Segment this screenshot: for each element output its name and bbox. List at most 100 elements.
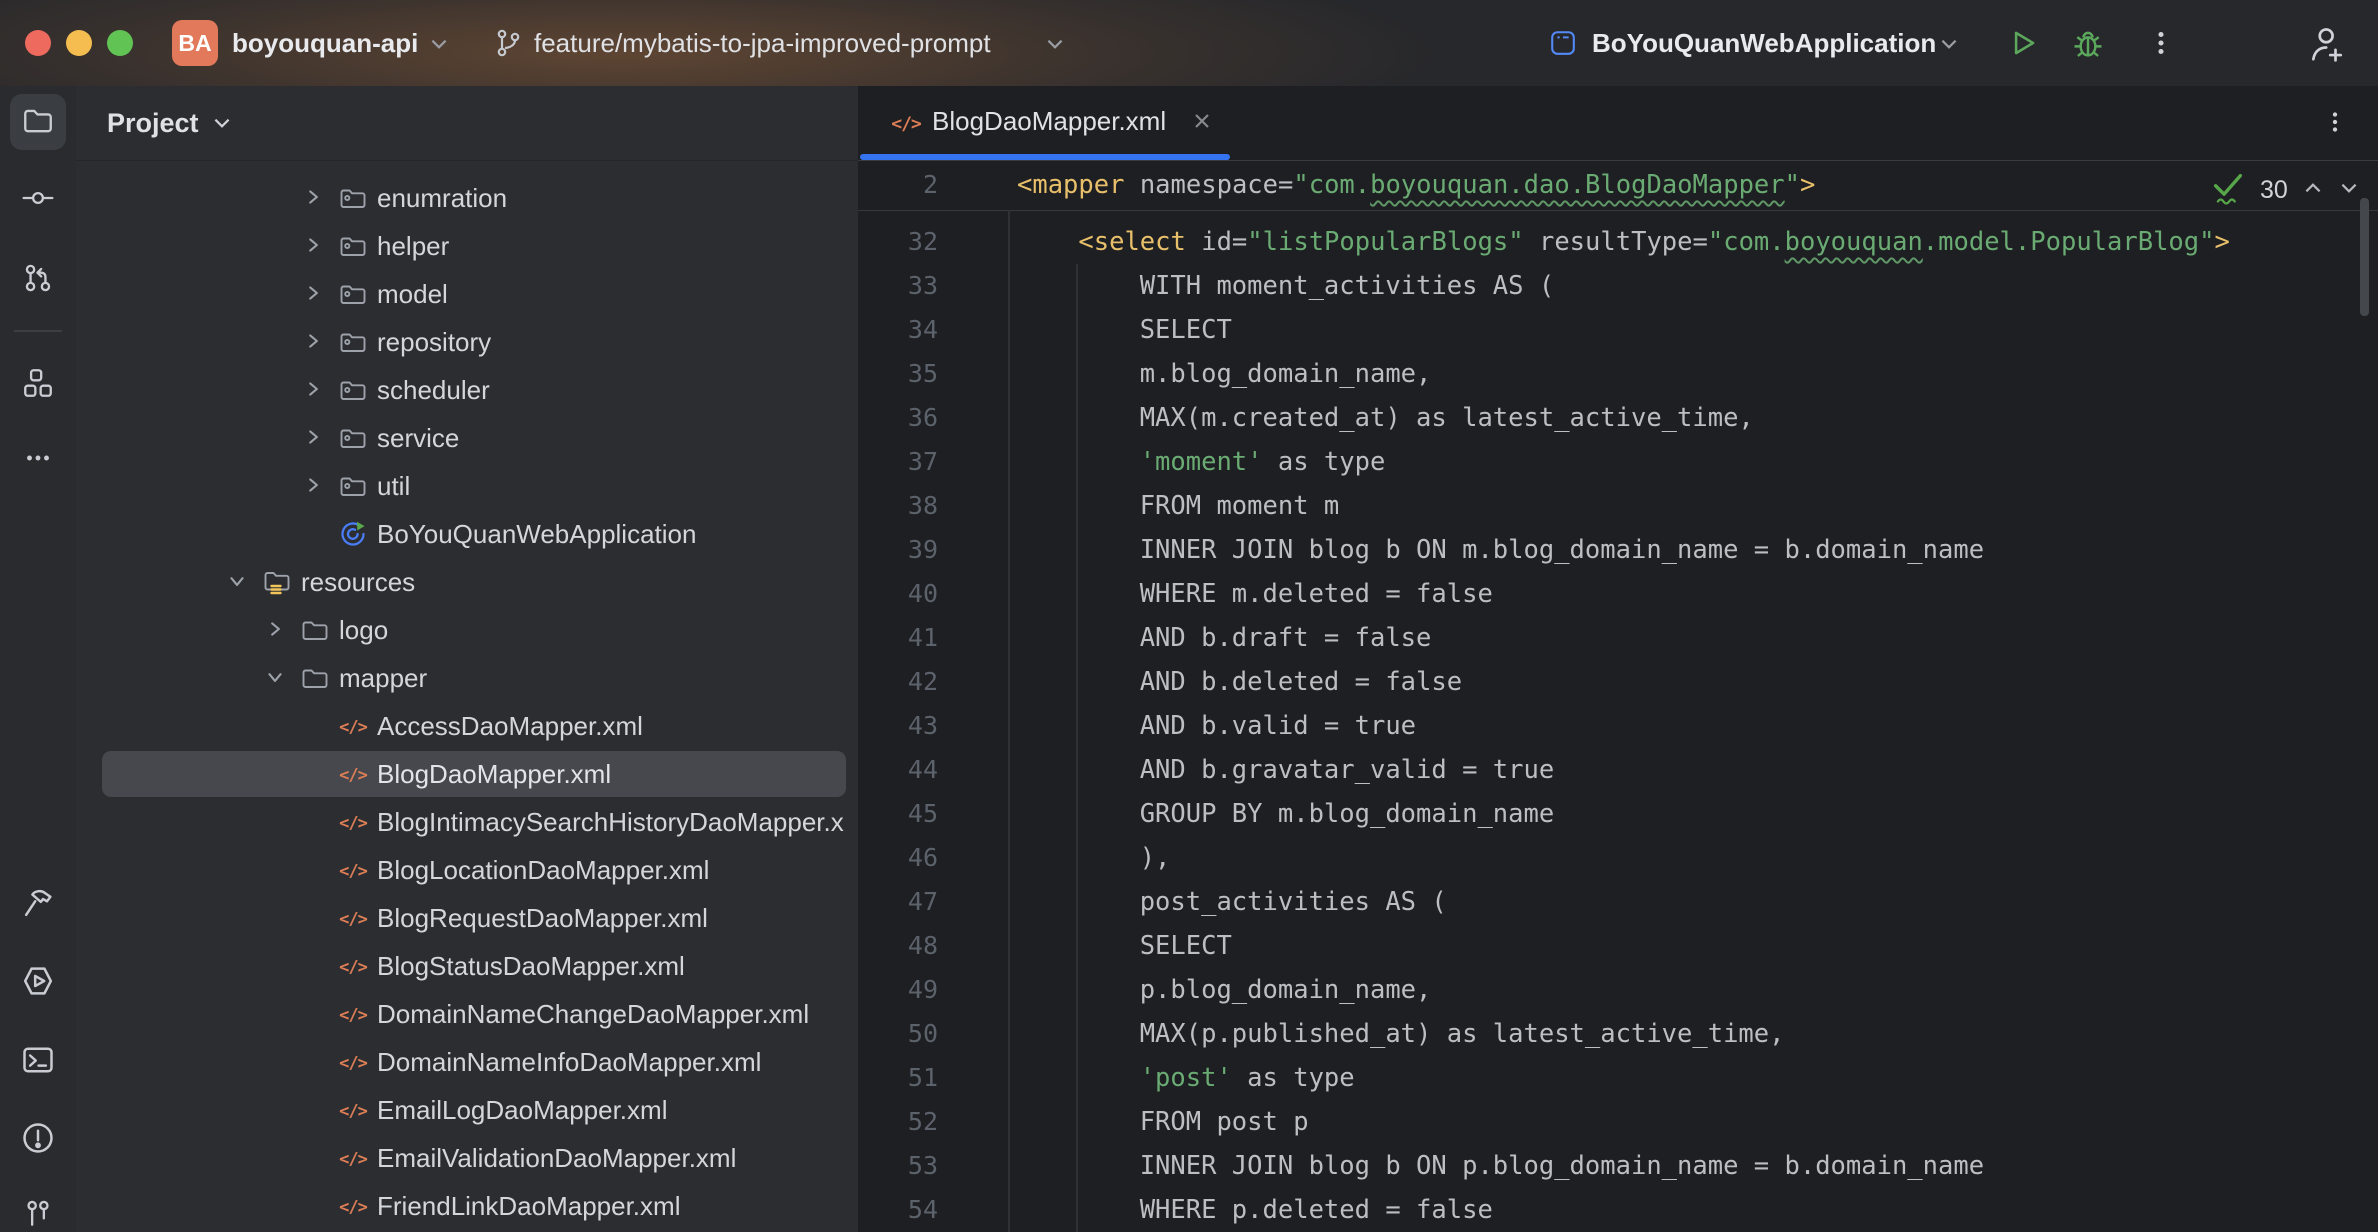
- chevron-down-icon[interactable]: [428, 33, 450, 60]
- branch-widget[interactable]: feature/mybatis-to-jpa-improved-prompt: [534, 0, 991, 86]
- sticky-code-line[interactable]: 2<mapper namespace="com.boyouquan.dao.Bl…: [858, 163, 2378, 207]
- tree-item[interactable]: enumration: [76, 174, 858, 222]
- line-number: 49: [858, 968, 938, 1012]
- close-icon[interactable]: [1190, 109, 1214, 138]
- code-line[interactable]: 47post_activities AS (: [858, 880, 2378, 924]
- chevron-down-icon[interactable]: [265, 667, 285, 692]
- code-line[interactable]: 50MAX(p.published_at) as latest_active_t…: [858, 1012, 2378, 1056]
- chevron-right-icon[interactable]: [303, 331, 323, 356]
- tree-item[interactable]: </>BlogLocationDaoMapper.xml: [76, 846, 858, 894]
- tree-item[interactable]: </>BlogDaoMapper.xml: [76, 750, 858, 798]
- code-line[interactable]: 38FROM moment m: [858, 484, 2378, 528]
- kebab-menu-icon[interactable]: [2144, 26, 2178, 65]
- inspection-widget[interactable]: 30: [2210, 169, 2360, 211]
- code-viewport[interactable]: 32<select id="listPopularBlogs" resultTy…: [858, 210, 2378, 1232]
- code-line[interactable]: 44AND b.gravatar_valid = true: [858, 748, 2378, 792]
- code-text: SELECT: [1140, 308, 1232, 352]
- project-name-widget[interactable]: boyouquan-api: [232, 0, 418, 86]
- next-problem-icon[interactable]: [2338, 177, 2360, 204]
- code-line[interactable]: 51'post' as type: [858, 1056, 2378, 1100]
- tree-item[interactable]: </>BlogRequestDaoMapper.xml: [76, 894, 858, 942]
- code-line[interactable]: 37'moment' as type: [858, 440, 2378, 484]
- chevron-right-icon[interactable]: [303, 475, 323, 500]
- code-line[interactable]: 54WHERE p.deleted = false: [858, 1188, 2378, 1232]
- tree-item[interactable]: </>DomainNameInfoDaoMapper.xml: [76, 1038, 858, 1086]
- chevron-right-icon[interactable]: [303, 427, 323, 452]
- code-line[interactable]: 49p.blog_domain_name,: [858, 968, 2378, 1012]
- tree-item[interactable]: resources: [76, 558, 858, 606]
- code-line[interactable]: 35m.blog_domain_name,: [858, 352, 2378, 396]
- code-line[interactable]: 42AND b.deleted = false: [858, 660, 2378, 704]
- tree-item[interactable]: util: [76, 462, 858, 510]
- code-line[interactable]: 34SELECT: [858, 308, 2378, 352]
- debug-button[interactable]: [2070, 25, 2106, 66]
- chevron-down-icon[interactable]: [1938, 33, 1960, 60]
- code-line[interactable]: 41AND b.draft = false: [858, 616, 2378, 660]
- code-line[interactable]: 33WITH moment_activities AS (: [858, 264, 2378, 308]
- line-number: 35: [858, 352, 938, 396]
- tree-item[interactable]: </>BlogStatusDaoMapper.xml: [76, 942, 858, 990]
- kebab-menu-icon[interactable]: [2320, 107, 2350, 142]
- code-line[interactable]: 45GROUP BY m.blog_domain_name: [858, 792, 2378, 836]
- run-config-widget[interactable]: BoYouQuanWebApplication: [1592, 0, 1936, 86]
- tree-item[interactable]: BoYouQuanWebApplication: [76, 510, 858, 558]
- chevron-right-icon[interactable]: [303, 187, 323, 212]
- strip-button-services[interactable]: [10, 1187, 66, 1232]
- strip-button-pull-requests[interactable]: [10, 252, 66, 308]
- tree-item[interactable]: model: [76, 270, 858, 318]
- code-line[interactable]: 39INNER JOIN blog b ON m.blog_domain_nam…: [858, 528, 2378, 572]
- code-line[interactable]: 46),: [858, 836, 2378, 880]
- code-text: AND b.deleted = false: [1140, 660, 1462, 704]
- chevron-right-icon[interactable]: [303, 283, 323, 308]
- ide-window: BA boyouquan-api feature/mybatis-to-jpa-…: [0, 0, 2378, 1232]
- strip-button-terminal[interactable]: [10, 1034, 66, 1090]
- window-minimize-button[interactable]: [66, 30, 92, 56]
- strip-button-problems[interactable]: [10, 1112, 66, 1168]
- code-line[interactable]: 53INNER JOIN blog b ON p.blog_domain_nam…: [858, 1144, 2378, 1188]
- strip-button-run[interactable]: [10, 955, 66, 1011]
- chevron-right-icon[interactable]: [303, 379, 323, 404]
- tree-item-label: BoYouQuanWebApplication: [377, 510, 696, 558]
- tree-item[interactable]: </>AccessDaoMapper.xml: [76, 702, 858, 750]
- tree-item[interactable]: mapper: [76, 654, 858, 702]
- strip-button-commit[interactable]: [10, 172, 66, 228]
- chevron-down-icon[interactable]: [227, 571, 247, 596]
- window-zoom-button[interactable]: [107, 30, 133, 56]
- tree-item[interactable]: </>FriendLinkDaoMapper.xml: [76, 1182, 858, 1230]
- chevron-right-icon[interactable]: [265, 619, 285, 644]
- sticky-line[interactable]: 2<mapper namespace="com.boyouquan.dao.Bl…: [858, 161, 2378, 211]
- project-panel-title[interactable]: Project: [107, 86, 233, 160]
- code-line[interactable]: 48SELECT: [858, 924, 2378, 968]
- strip-button-build[interactable]: [10, 877, 66, 933]
- run-button[interactable]: [2006, 26, 2040, 65]
- code-line[interactable]: 43AND b.valid = true: [858, 704, 2378, 748]
- tree-item[interactable]: </>DomainNameChangeDaoMapper.xml: [76, 990, 858, 1038]
- strip-button-project-folder[interactable]: [10, 94, 66, 150]
- tree-item[interactable]: </>EmailValidationDaoMapper.xml: [76, 1134, 858, 1182]
- tree-item-label: DomainNameInfoDaoMapper.xml: [377, 1038, 761, 1086]
- tree-item[interactable]: </>BlogIntimacySearchHistoryDaoMapper.x: [76, 798, 858, 846]
- code-line[interactable]: 36MAX(m.created_at) as latest_active_tim…: [858, 396, 2378, 440]
- window-close-button[interactable]: [25, 30, 51, 56]
- prev-problem-icon[interactable]: [2302, 177, 2324, 204]
- chevron-down-icon[interactable]: [1044, 33, 1066, 60]
- tree-item[interactable]: helper: [76, 222, 858, 270]
- tab-blogdaomapper[interactable]: </> BlogDaoMapper.xml: [860, 86, 1230, 160]
- tree-item[interactable]: logo: [76, 606, 858, 654]
- scrollbar-thumb[interactable]: [2360, 198, 2369, 316]
- editor-area[interactable]: </> BlogDaoMapper.xml 2<mapper namespace…: [858, 86, 2378, 1232]
- add-user-icon[interactable]: [2304, 23, 2346, 70]
- tree-item[interactable]: </>EmailLogDaoMapper.xml: [76, 1086, 858, 1134]
- tree-item[interactable]: scheduler: [76, 366, 858, 414]
- tree-item[interactable]: service: [76, 414, 858, 462]
- line-number: 41: [858, 616, 938, 660]
- strip-button-more[interactable]: [10, 432, 66, 488]
- chevron-right-icon[interactable]: [303, 235, 323, 260]
- strip-button-structure[interactable]: [10, 357, 66, 413]
- commit-icon: [21, 181, 55, 220]
- project-badge[interactable]: BA: [172, 20, 218, 66]
- code-line[interactable]: 40WHERE m.deleted = false: [858, 572, 2378, 616]
- code-line[interactable]: 32<select id="listPopularBlogs" resultTy…: [858, 220, 2378, 264]
- tree-item[interactable]: repository: [76, 318, 858, 366]
- code-line[interactable]: 52FROM post p: [858, 1100, 2378, 1144]
